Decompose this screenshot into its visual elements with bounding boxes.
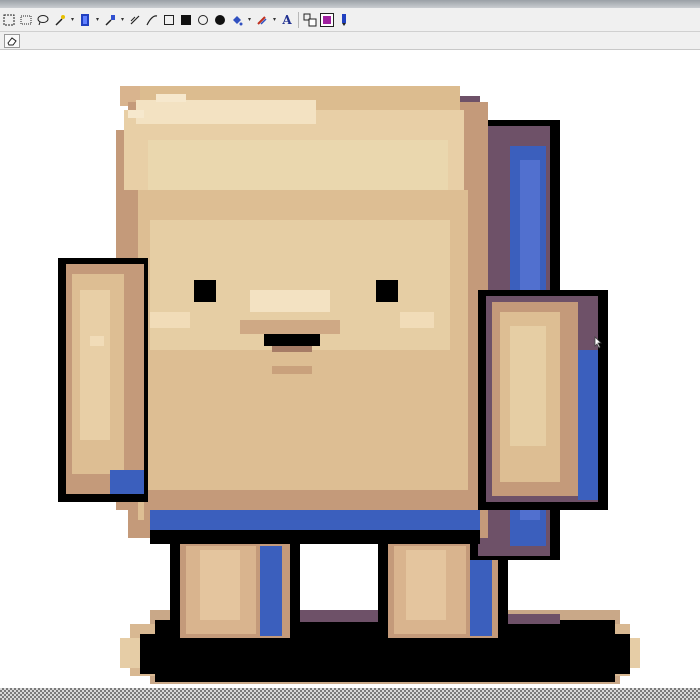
mouth bbox=[264, 334, 320, 346]
rectangle-outline-icon[interactable] bbox=[162, 12, 176, 28]
mouse-cursor-icon bbox=[594, 336, 602, 349]
magic-wand-icon[interactable] bbox=[53, 12, 67, 28]
zoom-tool-icon[interactable] bbox=[303, 12, 317, 28]
brush-dropdown-icon[interactable]: ▾ bbox=[272, 12, 277, 28]
pixel-art-toast-character bbox=[58, 86, 640, 684]
pencil-icon[interactable] bbox=[337, 12, 351, 28]
move-selection-dropdown-icon[interactable]: ▾ bbox=[95, 12, 100, 28]
ellipse-filled-icon[interactable] bbox=[213, 12, 227, 28]
toolbar-separator bbox=[298, 11, 299, 28]
window-title-strip bbox=[0, 0, 700, 8]
line-tool-icon[interactable] bbox=[128, 12, 142, 28]
right-cheek bbox=[400, 312, 434, 328]
drawing-canvas[interactable] bbox=[0, 50, 700, 688]
eyedropper-icon[interactable] bbox=[103, 12, 117, 28]
left-eye bbox=[194, 280, 216, 302]
magic-wand-dropdown-icon[interactable]: ▾ bbox=[70, 12, 75, 28]
canvas-bottom-border bbox=[0, 688, 700, 700]
lasso-icon[interactable] bbox=[36, 12, 50, 28]
right-arm bbox=[478, 290, 608, 510]
freeform-select-icon[interactable] bbox=[19, 12, 33, 28]
left-leg bbox=[170, 538, 300, 646]
ellipse-outline-icon[interactable] bbox=[196, 12, 210, 28]
eraser-icon[interactable] bbox=[4, 33, 20, 48]
move-selection-icon[interactable] bbox=[78, 12, 92, 28]
rect-select-icon[interactable] bbox=[2, 12, 16, 28]
left-arm bbox=[58, 258, 148, 502]
fill-bucket-icon[interactable] bbox=[230, 12, 244, 28]
fill-bucket-dropdown-icon[interactable]: ▾ bbox=[247, 12, 252, 28]
left-cheek bbox=[150, 312, 190, 328]
text-tool-icon[interactable]: A bbox=[280, 12, 294, 28]
color-swatch-icon[interactable] bbox=[320, 12, 334, 28]
text-tool-label: A bbox=[282, 12, 292, 27]
rectangle-filled-icon[interactable] bbox=[179, 12, 193, 28]
right-eye bbox=[376, 280, 398, 302]
brush-icon[interactable] bbox=[255, 12, 269, 28]
secondary-toolbar bbox=[0, 32, 700, 50]
eyedropper-dropdown-icon[interactable]: ▾ bbox=[120, 12, 125, 28]
nose-highlight bbox=[250, 290, 330, 312]
curve-tool-icon[interactable] bbox=[145, 12, 159, 28]
drawing-toolbar: ▾ ▾ ▾ ▾ ▾ A bbox=[0, 8, 700, 32]
